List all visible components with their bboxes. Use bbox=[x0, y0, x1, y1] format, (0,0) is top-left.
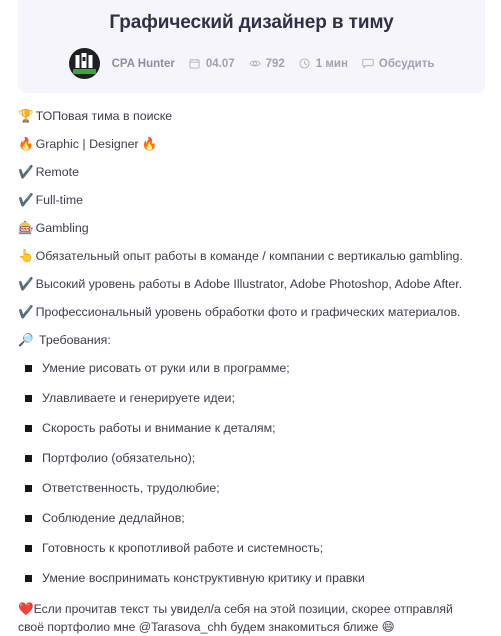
post-read-time-value: 1 мин bbox=[315, 57, 348, 70]
magnifying-glass-emoji: 🔎 bbox=[18, 332, 34, 347]
post-views: 792 bbox=[249, 58, 285, 70]
eye-icon bbox=[249, 58, 261, 70]
post-date-value: 04.07 bbox=[205, 57, 235, 70]
list-item-text: Скорость работы и внимание к деталям; bbox=[42, 421, 276, 435]
list-item: Ответственность, трудолюбие; bbox=[18, 480, 487, 496]
avatar-building-icon bbox=[75, 53, 93, 68]
post-comments[interactable]: Обсудить bbox=[362, 58, 434, 70]
post-author[interactable]: CPA Hunter bbox=[112, 58, 175, 70]
intro-line: ✔️ Full-time bbox=[18, 192, 487, 208]
telegram-handle[interactable]: @Tarasova_chh bbox=[139, 620, 227, 634]
post-header-card: Графический дизайнер в тиму CPA Hunter 0… bbox=[18, 0, 485, 93]
square-bullet-icon bbox=[25, 455, 32, 462]
calendar-icon bbox=[189, 58, 201, 70]
outro-text-after: будем знакомиться ближе bbox=[227, 620, 382, 634]
list-item: Умение рисовать от руки или в программе; bbox=[18, 360, 487, 376]
list-item-text: Умение воспринимать конструктивную крити… bbox=[42, 571, 365, 585]
intro-line-text: Remote bbox=[35, 165, 79, 179]
intro-line-text: Gambling bbox=[35, 221, 89, 235]
square-bullet-icon bbox=[25, 545, 32, 552]
fire-emoji: 🔥 bbox=[141, 136, 158, 151]
post-comments-label: Обсудить bbox=[378, 57, 435, 70]
square-bullet-icon bbox=[25, 425, 32, 432]
post-body: 🏆 ТОПовая тима в поиске 🔥 Graphic | Design… bbox=[0, 108, 501, 636]
list-item: Скорость работы и внимание к деталям; bbox=[18, 420, 487, 436]
slot-machine-emoji: 🎰 bbox=[18, 220, 34, 235]
comment-icon bbox=[362, 58, 374, 70]
intro-line-text: Full-time bbox=[35, 193, 84, 207]
list-item: Умение воспринимать конструктивную крити… bbox=[18, 570, 487, 586]
list-item: Соблюдение дедлайнов; bbox=[18, 510, 487, 526]
list-item: Готовность к кропотливой работе и систем… bbox=[18, 540, 487, 556]
post-date: 04.07 bbox=[189, 58, 235, 70]
list-item: Улавливаете и генерируете идеи; bbox=[18, 390, 487, 406]
list-item: Портфолио (обязательно); bbox=[18, 450, 487, 466]
requirements-list: Умение рисовать от руки или в программе;… bbox=[18, 360, 487, 586]
avatar-banner bbox=[72, 69, 96, 74]
list-item-text: Ответственность, трудолюбие; bbox=[42, 481, 220, 495]
post-read-time: 1 мин bbox=[299, 58, 348, 70]
check-mark-emoji: ✔️ bbox=[18, 304, 34, 319]
check-mark-emoji: ✔️ bbox=[18, 276, 34, 291]
square-bullet-icon bbox=[25, 575, 32, 582]
fire-emoji: 🔥 bbox=[18, 136, 34, 151]
avatar[interactable] bbox=[68, 48, 100, 79]
intro-line-text: Профессиональный уровень обработки фото … bbox=[35, 305, 461, 319]
square-bullet-icon bbox=[25, 485, 32, 492]
requirements-heading-text: Требования: bbox=[39, 333, 111, 347]
intro-line: 🎰 Gambling bbox=[18, 220, 487, 236]
intro-line: 👆 Обязательный опыт работы в команде / ко… bbox=[18, 248, 487, 264]
square-bullet-icon bbox=[25, 365, 32, 372]
trophy-emoji: 🏆 bbox=[18, 108, 34, 123]
intro-line-text: Graphic | Designer bbox=[35, 137, 139, 151]
requirements-heading: 🔎 Требования: bbox=[18, 332, 487, 348]
intro-line-text: ТОПовая тима в поиске bbox=[35, 109, 173, 123]
page-title: Графический дизайнер в тиму bbox=[109, 12, 394, 33]
intro-line: ✔️ Remote bbox=[18, 164, 487, 180]
intro-line: ✔️ Высокий уровень работы в Adobe Illustr… bbox=[18, 276, 487, 292]
clock-icon bbox=[299, 58, 311, 70]
square-bullet-icon bbox=[25, 515, 32, 522]
intro-line: ✔️ Профессиональный уровень обработки фот… bbox=[18, 304, 487, 320]
intro-line: 🏆 ТОПовая тима в поиске bbox=[18, 108, 487, 124]
post-meta-row: CPA Hunter 04.07 792 1 мин Обсудить bbox=[18, 48, 485, 79]
smiling-face-emoji: 😄 bbox=[381, 619, 395, 634]
red-heart-emoji: ❤️ bbox=[18, 601, 34, 616]
check-mark-emoji: ✔️ bbox=[18, 192, 34, 207]
intro-line: 🔥 Graphic | Designer 🔥 bbox=[18, 136, 487, 152]
outro-paragraph: ❤️Если прочитав текст ты увидел/а себя н… bbox=[18, 600, 487, 636]
intro-lines: 🏆 ТОПовая тима в поиске 🔥 Graphic | Design… bbox=[18, 108, 487, 348]
list-item-text: Улавливаете и генерируете идеи; bbox=[42, 391, 235, 405]
square-bullet-icon bbox=[25, 395, 32, 402]
intro-line-text: Обязательный опыт работы в команде / ком… bbox=[35, 249, 463, 263]
pointing-up-emoji: 👆 bbox=[18, 248, 34, 263]
intro-line-text: Высокий уровень работы в Adobe Illustrat… bbox=[35, 277, 463, 291]
list-item-text: Готовность к кропотливой работе и систем… bbox=[42, 541, 324, 555]
list-item-text: Соблюдение дедлайнов; bbox=[42, 511, 185, 525]
list-item-text: Умение рисовать от руки или в программе; bbox=[42, 361, 290, 375]
list-item-text: Портфолио (обязательно); bbox=[42, 451, 196, 465]
check-mark-emoji: ✔️ bbox=[18, 164, 34, 179]
post-views-value: 792 bbox=[265, 57, 285, 70]
